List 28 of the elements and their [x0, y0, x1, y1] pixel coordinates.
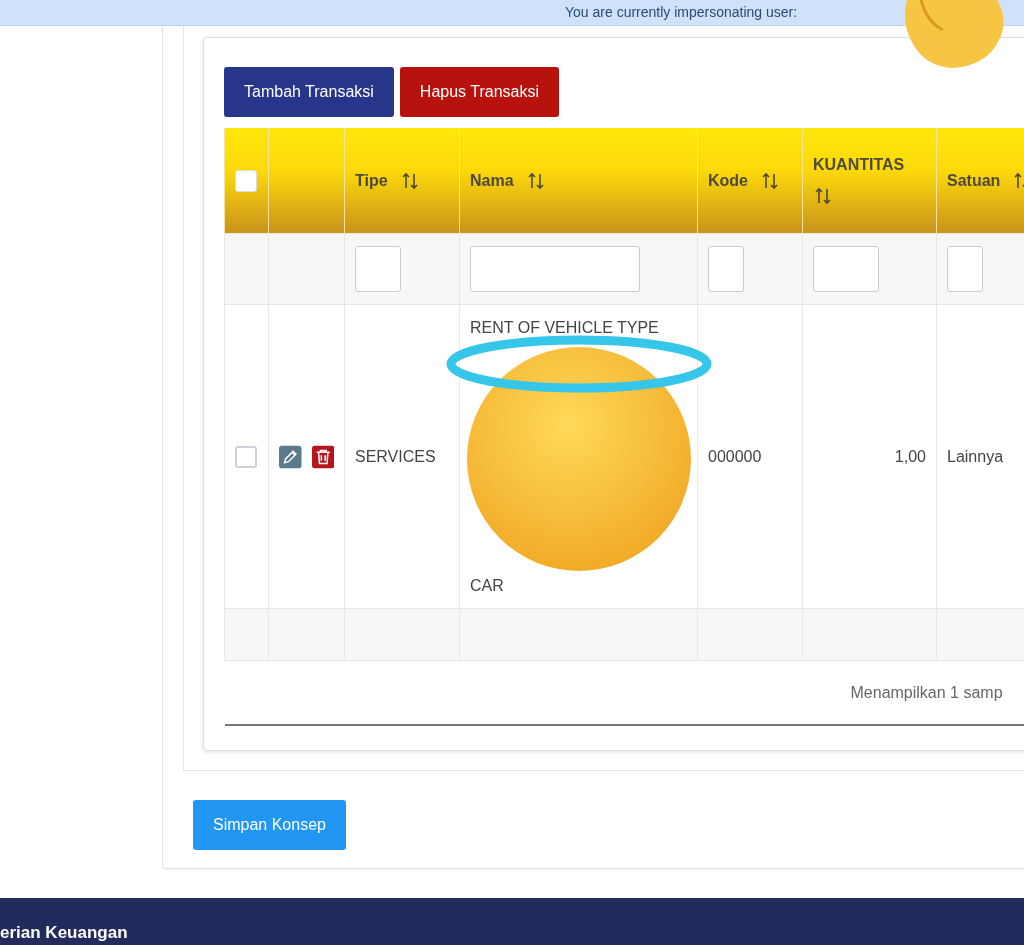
sort-icon[interactable] — [760, 170, 780, 191]
column-header[interactable]: Tipe — [355, 171, 388, 190]
table-cell: SERVICES — [355, 448, 436, 465]
filter-field[interactable] — [813, 246, 879, 292]
column-header[interactable]: KUANTITAS — [813, 155, 905, 174]
filter-field[interactable] — [708, 246, 744, 292]
footer-text: erian Keuangan — [0, 923, 128, 943]
pagination-info: Menampilkan 1 samp — [850, 683, 1003, 701]
column-header[interactable]: Nama — [470, 171, 514, 190]
sort-icon[interactable] — [813, 185, 833, 206]
delete-button[interactable]: Hapus Transaksi — [399, 67, 559, 117]
table-cell-text: RENT OF VEHICLE TYPE — [470, 318, 660, 338]
filter-field[interactable] — [947, 246, 983, 292]
table-cell: 1,00 — [894, 448, 926, 465]
select-all-checkbox[interactable] — [235, 169, 257, 192]
row-checkbox[interactable] — [235, 445, 257, 468]
filter-field[interactable] — [470, 246, 640, 292]
column-header[interactable]: Kode — [708, 171, 748, 190]
column-header[interactable]: Satuan — [947, 171, 1001, 190]
table-cell-text: CAR — [470, 576, 505, 596]
save-draft-button[interactable]: Simpan Konsep — [193, 800, 346, 850]
add-button[interactable]: Tambah Transaksi — [224, 67, 394, 117]
filter-field[interactable] — [355, 246, 401, 292]
banner-text: You are currently impersonating user: — [565, 4, 798, 21]
table-cell: 000000 — [708, 448, 762, 465]
edit-icon[interactable] — [279, 444, 302, 469]
table-cell: Lainnya — [947, 448, 1004, 465]
trash-icon[interactable] — [311, 444, 334, 469]
